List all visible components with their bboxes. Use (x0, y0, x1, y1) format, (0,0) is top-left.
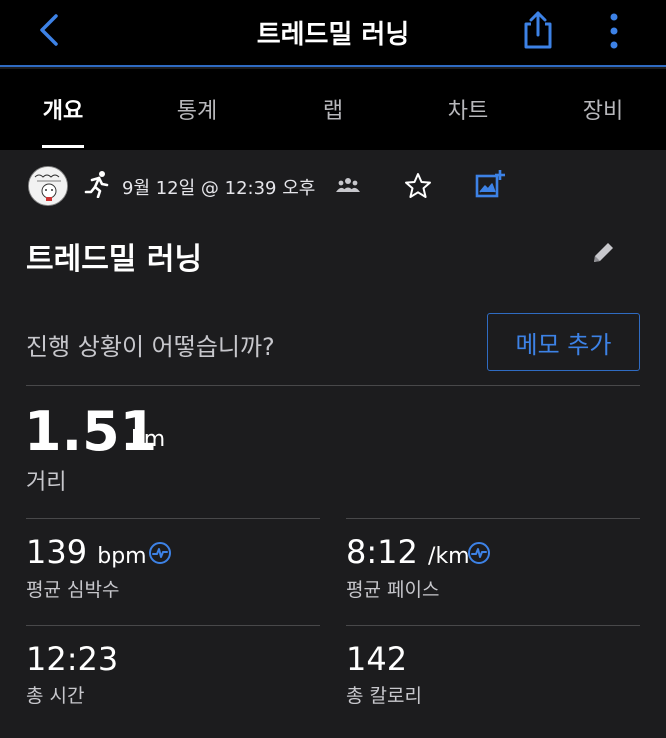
distance-unit: km (131, 427, 166, 452)
avatar-image (29, 167, 67, 205)
distance-label: 거리 (26, 470, 67, 495)
avg-heart-rate-number: 139 (26, 533, 88, 571)
star-icon[interactable] (404, 172, 432, 200)
note-prompt: 진행 상황이 어떻습니까? (26, 333, 275, 361)
avg-pace-label: 평균 페이스 (346, 579, 440, 601)
activity-date: 9월 12일 @ 12:39 오후 (122, 178, 316, 199)
avg-pace-number: 8:12 (346, 533, 418, 571)
tab-stats[interactable]: 통계 (177, 93, 217, 125)
activity-meta-row: 9월 12일 @ 12:39 오후 (0, 164, 666, 208)
add-note-button[interactable]: 메모 추가 (487, 313, 640, 371)
pencil-icon[interactable] (590, 240, 616, 266)
calories-value: 142 (346, 640, 408, 678)
avg-pace-value: 8:12 /km (346, 533, 470, 571)
avatar[interactable] (28, 166, 68, 206)
tab-laps[interactable]: 랩 (323, 93, 343, 125)
tab-overview[interactable]: 개요 (43, 93, 83, 125)
divider (26, 385, 640, 386)
avg-pace-unit: /km (428, 544, 470, 569)
divider (346, 518, 640, 519)
running-icon (84, 171, 109, 198)
page-title: 트레드밀 러닝 (256, 20, 410, 50)
share-icon[interactable] (520, 10, 556, 50)
calories-label: 총 칼로리 (346, 685, 422, 707)
divider (26, 518, 320, 519)
avg-heart-rate-label: 평균 심박수 (26, 579, 120, 601)
active-tab-indicator (42, 145, 84, 148)
total-time-label: 총 시간 (26, 685, 85, 707)
add-photo-icon[interactable] (474, 168, 506, 200)
heart-rate-icon[interactable] (148, 541, 172, 565)
total-time-value: 12:23 (26, 640, 119, 678)
avg-heart-rate-value: 139 bpm (26, 533, 147, 571)
pace-info-icon[interactable] (467, 541, 491, 565)
group-icon (336, 178, 360, 192)
divider (26, 625, 320, 626)
activity-name: 트레드밀 러닝 (26, 242, 203, 277)
avg-heart-rate-unit: bpm (97, 544, 147, 569)
tab-charts[interactable]: 차트 (448, 93, 488, 125)
more-vertical-icon[interactable] (600, 12, 628, 50)
top-app-bar: 트레드밀 러닝 (0, 0, 666, 67)
divider (346, 625, 640, 626)
tab-gear[interactable]: 장비 (583, 93, 623, 125)
tab-bar: 개요 통계 랩 차트 장비 (0, 69, 666, 150)
